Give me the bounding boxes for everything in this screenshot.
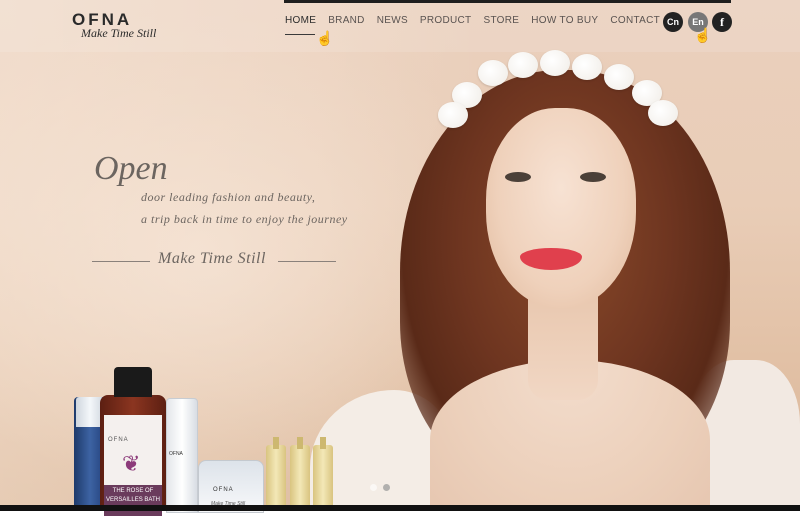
hero-line-2: a trip back in time to enjoy the journey	[141, 212, 348, 226]
hand-cursor-icon: ☝	[316, 30, 334, 46]
butterfly-icon: ❦	[122, 451, 141, 476]
facebook-icon[interactable]: f	[712, 12, 732, 32]
header-top-rule	[284, 0, 731, 3]
flower-crown-icon	[478, 60, 508, 86]
nav-item-product[interactable]: PRODUCT	[420, 15, 472, 29]
product-ampoule	[290, 437, 310, 511]
bottle-pump	[114, 367, 152, 397]
nav-item-home[interactable]: HOME	[285, 15, 316, 29]
portrait-eye-right	[580, 172, 606, 182]
bath-milk-brand: OFNA	[108, 437, 129, 443]
ampoule-tip	[320, 437, 326, 449]
flower-crown-icon	[438, 102, 468, 128]
hand-cursor-icon: ☝	[694, 27, 712, 43]
nav-item-how-to-buy[interactable]: HOW TO BUY	[531, 15, 598, 29]
bath-milk-label: OFNA ❦ THE ROSE OF VERSAILLES BATH MILK	[104, 415, 162, 516]
serum-brand: OFNA	[169, 451, 183, 457]
bottom-bar	[0, 505, 800, 511]
slogan-rule-right	[278, 261, 336, 262]
flower-crown-icon	[508, 52, 538, 78]
slider-dot[interactable]	[370, 484, 377, 491]
product-ampoule	[266, 437, 286, 511]
hero-line-1: door leading fashion and beauty,	[141, 190, 316, 204]
nav-item-contact[interactable]: CONTACT	[610, 15, 660, 29]
portrait-eye-left	[505, 172, 531, 182]
ampoule-tip	[297, 437, 303, 449]
hero-slogan: Make Time Still	[158, 250, 266, 267]
flower-crown-icon	[572, 54, 602, 80]
bath-milk-name: THE ROSE OF VERSAILLES BATH MILK	[104, 485, 162, 516]
slider-dot-active[interactable]	[383, 484, 390, 491]
flower-crown-icon	[540, 50, 570, 76]
language-cn-button[interactable]: Cn	[663, 12, 683, 32]
ampoule-tip	[273, 437, 279, 449]
logo-tagline: Make Time Still	[81, 26, 157, 40]
product-bath-milk: OFNA ❦ THE ROSE OF VERSAILLES BATH MILK	[100, 367, 166, 516]
nav-active-underline	[285, 34, 315, 35]
hero-headline: Open	[94, 150, 168, 187]
jar-brand: OFNA	[213, 487, 234, 493]
product-serum-bottle: OFNA	[166, 398, 198, 513]
portrait-face	[486, 108, 636, 308]
slider-pagination	[370, 484, 390, 491]
site-logo[interactable]: OFNA Make Time Still	[72, 10, 182, 44]
nav-item-news[interactable]: NEWS	[377, 15, 408, 29]
nav-item-store[interactable]: STORE	[483, 15, 519, 29]
nav-item-brand[interactable]: BRAND	[328, 15, 365, 29]
slogan-rule-left	[92, 261, 150, 262]
product-ampoule	[313, 437, 333, 511]
flower-crown-icon	[604, 64, 634, 90]
main-nav: HOME BRAND NEWS PRODUCT STORE HOW TO BUY…	[285, 15, 672, 29]
flower-crown-icon	[648, 100, 678, 126]
